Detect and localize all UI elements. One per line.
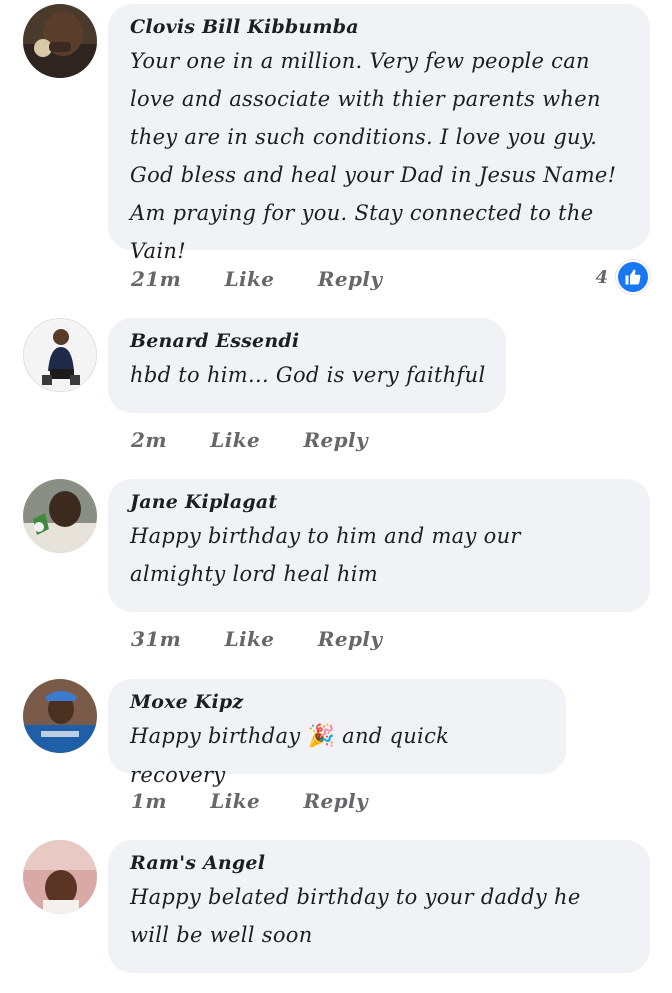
- reply-button[interactable]: Reply: [303, 789, 368, 813]
- comment-text-part: Happy birthday: [130, 724, 301, 748]
- comment-bubble: Ram's Angel Happy belated birthday to yo…: [108, 840, 650, 973]
- comment-text: Your one in a million. Very few people c…: [130, 49, 617, 263]
- comment-bubble: Benard Essendi hbd to him... God is very…: [108, 318, 506, 413]
- comment-bubble: Jane Kiplagat Happy birthday to him and …: [108, 479, 650, 612]
- comment-time[interactable]: 31m: [131, 627, 181, 651]
- like-button[interactable]: Like: [225, 267, 275, 291]
- reply-button[interactable]: Reply: [303, 428, 368, 452]
- comment-time[interactable]: 2m: [131, 428, 167, 452]
- comment-time[interactable]: 1m: [131, 789, 167, 813]
- avatar[interactable]: [23, 679, 97, 753]
- like-thumbs-up-icon: [616, 260, 650, 294]
- comment-time[interactable]: 21m: [131, 267, 181, 291]
- reaction-summary[interactable]: 4: [595, 260, 650, 294]
- like-button[interactable]: Like: [210, 428, 260, 452]
- avatar[interactable]: [23, 479, 97, 553]
- comment-text: hbd to him... God is very faithful: [130, 363, 486, 387]
- avatar[interactable]: [23, 4, 97, 78]
- avatar-photo-icon: [23, 679, 97, 753]
- comment-actions: 1m Like Reply: [131, 789, 404, 813]
- comment-text: Happy birthday 🎉 and quick recovery: [130, 717, 546, 794]
- comment-actions: 21m Like Reply: [131, 267, 418, 291]
- reaction-count: 4: [595, 266, 608, 288]
- avatar-photo-icon: [23, 479, 97, 553]
- like-button[interactable]: Like: [210, 789, 260, 813]
- avatar-photo-icon: [23, 840, 97, 914]
- reply-button[interactable]: Reply: [318, 267, 383, 291]
- comment-author[interactable]: Ram's Angel: [130, 850, 630, 876]
- comment-actions: 2m Like Reply: [131, 428, 404, 452]
- comment-author[interactable]: Benard Essendi: [130, 328, 486, 354]
- comment-bubble: Moxe Kipz Happy birthday 🎉 and quick rec…: [108, 679, 566, 787]
- like-button[interactable]: Like: [225, 627, 275, 651]
- avatar-photo-icon: [24, 319, 96, 391]
- reply-button[interactable]: Reply: [318, 627, 383, 651]
- avatar-photo-icon: [23, 4, 97, 78]
- avatar[interactable]: [23, 318, 97, 392]
- comment-actions: 31m Like Reply: [131, 627, 418, 651]
- avatar[interactable]: [23, 840, 97, 914]
- comment-text: Happy birthday to him and may our almigh…: [130, 524, 521, 586]
- comment-author[interactable]: Moxe Kipz: [130, 689, 546, 715]
- comment-bubble: Clovis Bill Kibbumba Your one in a milli…: [108, 4, 650, 263]
- comment-author[interactable]: Clovis Bill Kibbumba: [130, 14, 630, 40]
- comment-author[interactable]: Jane Kiplagat: [130, 489, 630, 515]
- comment-text: Happy belated birthday to your daddy he …: [130, 885, 581, 947]
- party-popper-icon: 🎉: [307, 724, 336, 749]
